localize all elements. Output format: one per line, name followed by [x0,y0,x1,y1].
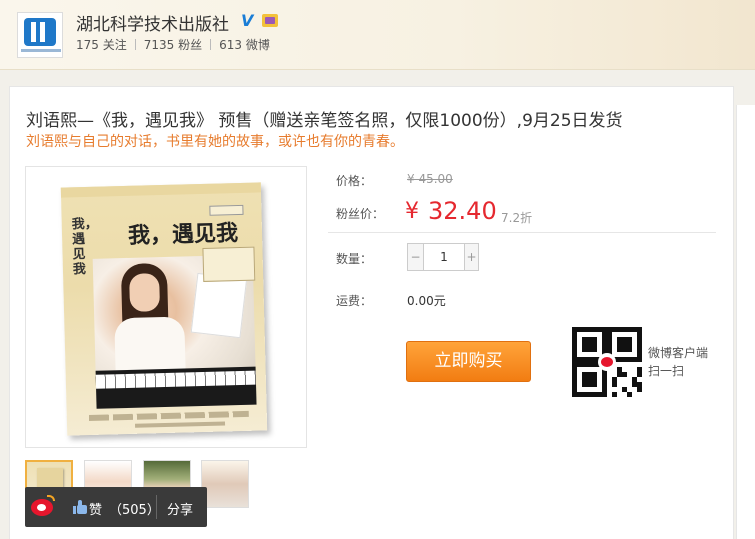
product-main-image[interactable]: 我，遇见我 我，遇见我 [25,166,307,448]
verified-v-icon: V [241,11,254,30]
share-button[interactable]: 分享 [167,499,193,518]
quantity-label: 数量： [336,252,373,266]
fans-count[interactable]: 7135 粉丝 [144,38,202,52]
tv-badge-icon [262,14,278,27]
book-cover-vertical-title: 我，遇见我 [71,216,98,278]
logo-mark-icon [24,18,56,46]
weibo-icon[interactable] [31,495,55,517]
shipping-label: 运费： [336,294,373,308]
following-count[interactable]: 175 关注 [76,38,127,52]
divider [328,232,716,233]
like-button[interactable]: 赞 [89,499,102,518]
product-title: 刘语熙—《我，遇见我》 预售（赠送亲笔签名照，仅限1000份）,9月25日发货 [26,111,623,131]
publisher-logo[interactable] [17,12,63,58]
weibo-count[interactable]: 613 微博 [219,38,270,52]
thumbnail-portrait-3[interactable] [201,460,249,508]
fan-price: 32.40 [428,197,497,225]
qr-weibo-logo-icon [598,353,616,371]
quantity-decrease-button[interactable]: − [408,244,424,270]
price-label: 价格： [336,174,373,188]
like-count: （505） [109,503,160,518]
publisher-header: 湖北科学技术出版社 V 175 关注 7135 粉丝 613 微博 [0,0,755,70]
quantity-increase-button[interactable]: + [464,244,478,270]
like-icon[interactable] [73,500,87,514]
publisher-name[interactable]: 湖北科学技术出版社 [76,10,229,35]
buy-now-button[interactable]: 立即购买 [406,341,531,382]
quantity-input[interactable]: 1 [424,244,464,270]
original-price: ¥ 45.00 [407,172,453,186]
share-bar: 赞 （505） 分享 [25,487,207,527]
fan-price-currency: ¥ [405,199,419,224]
book-cover-title: 我，遇见我 [127,220,239,249]
discount-badge: 7.2折 [501,211,533,225]
book-cover-image: 我，遇见我 我，遇见我 [60,182,268,436]
product-subtitle: 刘语熙与自己的对话，书里有她的故事，或许也有你的青春。 [26,134,404,150]
qr-caption: 微博客户端扫一扫 [648,346,709,378]
right-panel-edge [736,105,755,539]
qr-code-icon[interactable] [572,327,642,397]
publisher-stats: 175 关注 7135 粉丝 613 微博 [76,36,270,53]
quantity-stepper: − 1 + [407,243,479,271]
shipping-value: 0.00元 [407,294,446,308]
fan-price-label: 粉丝价： [336,207,385,221]
